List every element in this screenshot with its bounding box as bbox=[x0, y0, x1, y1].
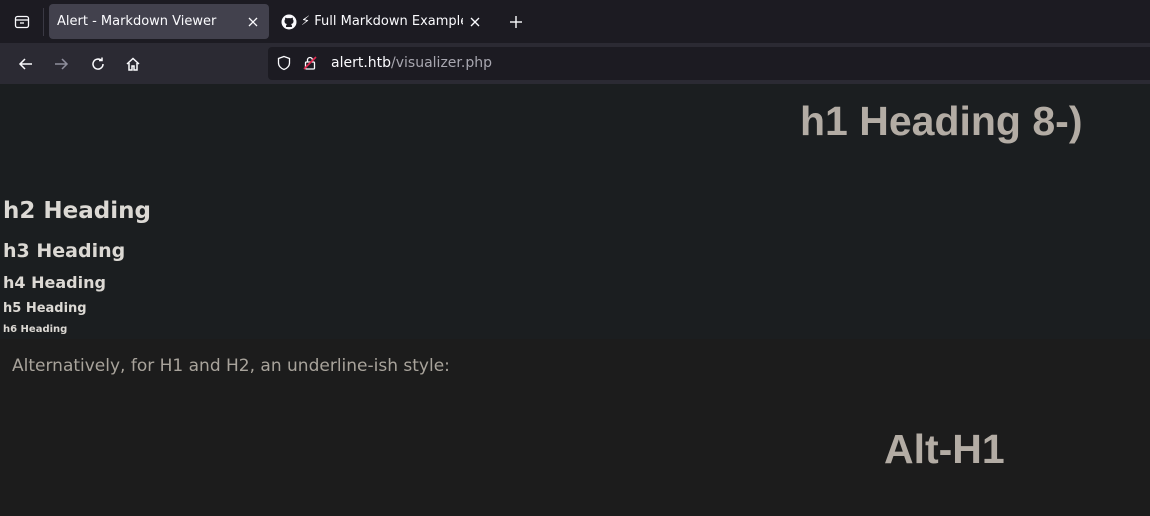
page-content: h1 Heading 8-) h2 Heading h3 Heading h4 … bbox=[0, 84, 1150, 516]
h6-heading: h6 Heading bbox=[3, 324, 68, 335]
github-icon bbox=[281, 14, 297, 30]
h4-heading: h4 Heading bbox=[3, 273, 106, 292]
shield-icon[interactable] bbox=[276, 55, 292, 75]
tab-manager-icon[interactable] bbox=[10, 10, 34, 34]
h1-heading: h1 Heading 8-) bbox=[800, 98, 1083, 144]
alt-h1-heading: Alt-H1 bbox=[884, 426, 1005, 472]
url-bar[interactable]: alert.htb/visualizer.php bbox=[268, 47, 1150, 80]
h5-heading: h5 Heading bbox=[3, 301, 87, 316]
new-tab-plus-icon[interactable] bbox=[504, 10, 528, 34]
h2-heading: h2 Heading bbox=[3, 198, 151, 224]
close-icon[interactable] bbox=[241, 10, 265, 34]
h3-heading: h3 Heading bbox=[3, 240, 126, 262]
reload-icon[interactable] bbox=[85, 51, 111, 77]
paragraph-text: Alternatively, for H1 and H2, an underli… bbox=[12, 356, 450, 376]
navigation-bar: alert.htb/visualizer.php bbox=[0, 43, 1150, 84]
home-icon[interactable] bbox=[120, 51, 146, 77]
url-text[interactable]: alert.htb/visualizer.php bbox=[331, 55, 492, 71]
tab-title: Alert - Markdown Viewer bbox=[57, 14, 217, 29]
tab-separator bbox=[43, 8, 44, 36]
tab-alert-markdown-viewer[interactable]: Alert - Markdown Viewer bbox=[49, 4, 269, 39]
tab-strip: Alert - Markdown Viewer ⚡ Full Markdown … bbox=[0, 0, 1150, 43]
tab-title: ⚡ Full Markdown Example bbox=[301, 14, 463, 29]
insecure-lock-icon[interactable] bbox=[302, 55, 318, 75]
forward-arrow-icon[interactable] bbox=[48, 51, 74, 77]
close-icon[interactable] bbox=[463, 10, 487, 34]
url-path: /visualizer.php bbox=[391, 55, 492, 71]
back-arrow-icon[interactable] bbox=[13, 51, 39, 77]
tab-full-markdown-example[interactable]: ⚡ Full Markdown Example bbox=[273, 4, 491, 39]
url-domain: alert.htb bbox=[331, 55, 392, 71]
